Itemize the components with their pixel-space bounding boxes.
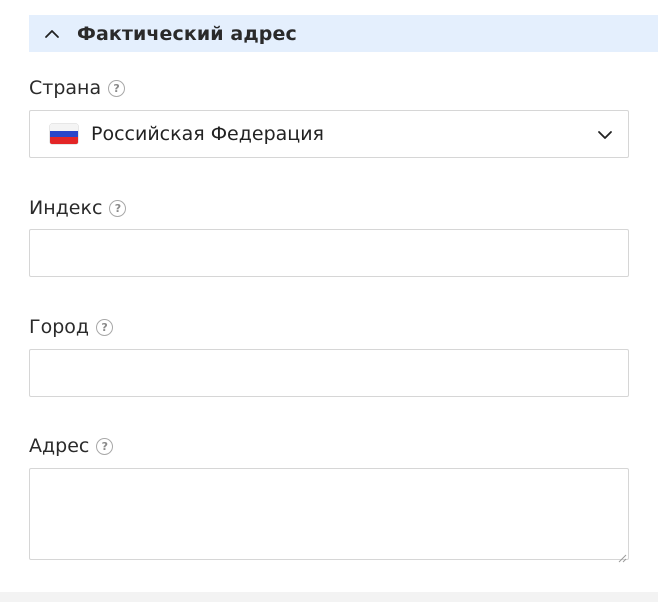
help-glyph: ? <box>101 439 109 453</box>
zip-field: Индекс ? <box>29 196 629 277</box>
country-label: Страна <box>29 77 102 99</box>
section-title: Фактический адрес <box>77 22 297 45</box>
country-label-row: Страна ? <box>29 76 629 100</box>
city-label: Город <box>29 316 90 338</box>
help-glyph: ? <box>113 81 120 95</box>
chevron-down-icon[interactable] <box>597 127 613 143</box>
help-glyph: ? <box>101 320 108 334</box>
section-header-actual-address[interactable]: Фактический адрес <box>29 15 658 52</box>
zip-input[interactable] <box>29 229 629 277</box>
resize-handle-icon[interactable] <box>617 548 627 563</box>
address-label-row: Адрес ? <box>29 434 629 458</box>
footer-strip <box>0 592 658 602</box>
help-icon[interactable]: ? <box>96 437 114 455</box>
city-input[interactable] <box>29 349 629 397</box>
address-label: Адрес <box>29 435 90 457</box>
country-field: Страна ? Российская Федерация <box>29 76 629 158</box>
city-field: Город ? <box>29 315 629 397</box>
address-field: Адрес ? <box>29 434 629 563</box>
address-textarea[interactable] <box>29 468 629 563</box>
zip-label: Индекс <box>29 197 103 219</box>
chevron-up-icon[interactable] <box>44 26 60 42</box>
russia-flag-icon <box>50 124 78 144</box>
zip-label-row: Индекс ? <box>29 196 629 220</box>
country-select-value: Российская Федерация <box>91 123 324 145</box>
city-label-row: Город ? <box>29 315 629 339</box>
country-select[interactable]: Российская Федерация <box>29 110 629 158</box>
help-icon[interactable]: ? <box>109 199 127 217</box>
help-icon[interactable]: ? <box>108 79 126 97</box>
help-icon[interactable]: ? <box>96 318 114 336</box>
help-glyph: ? <box>114 201 122 215</box>
